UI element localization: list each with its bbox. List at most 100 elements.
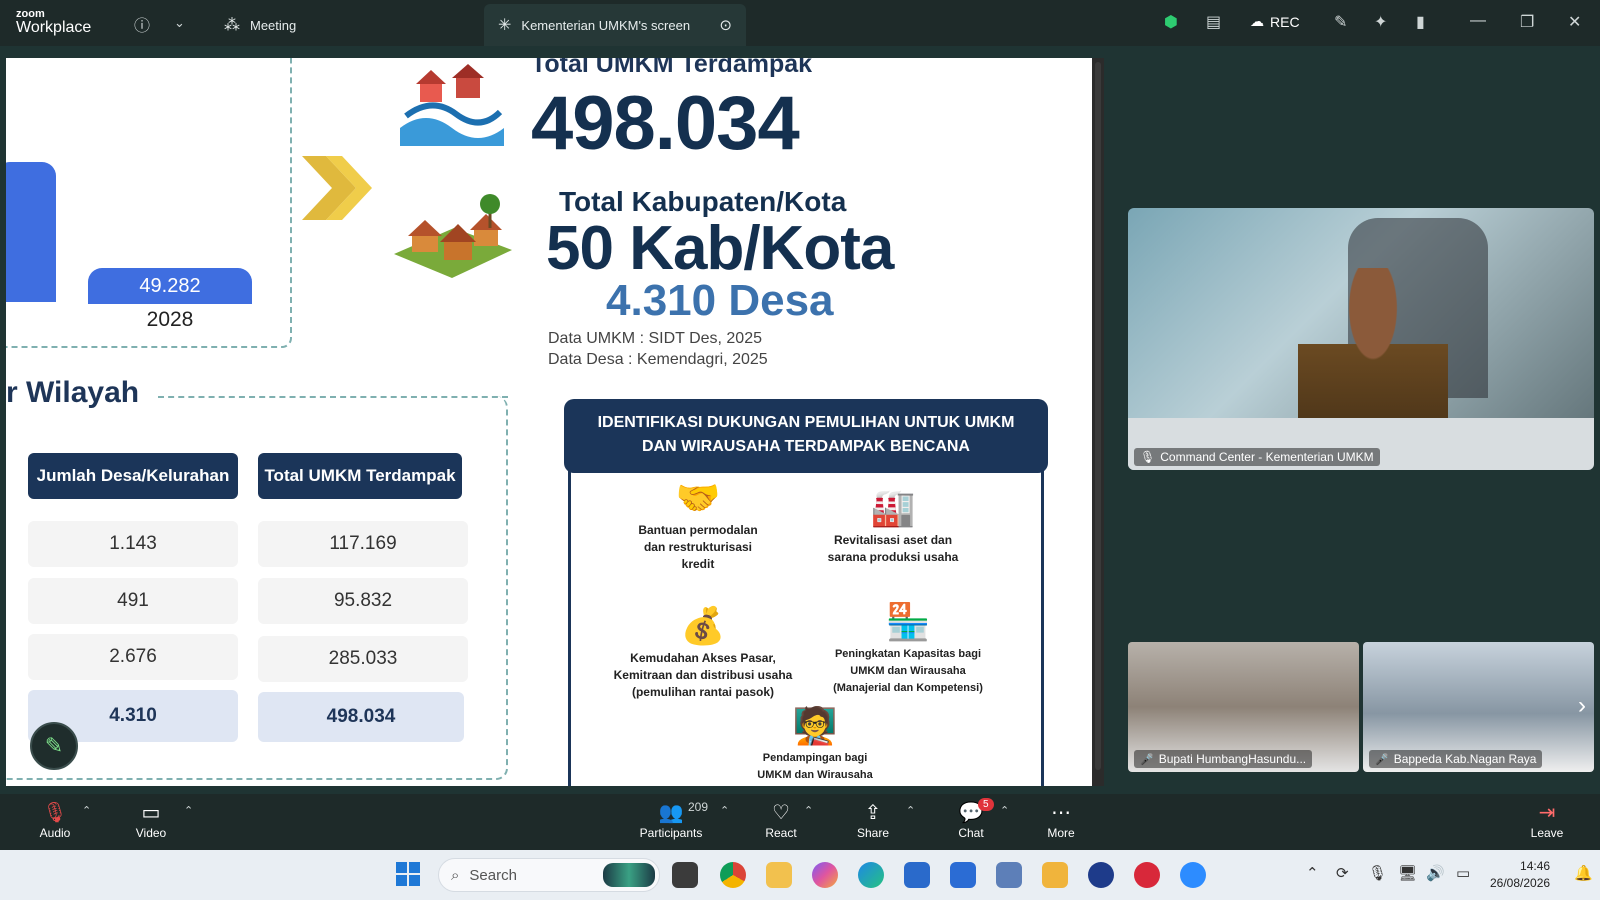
chrome-icon[interactable] [720,862,746,888]
leave-label: Leave [1530,826,1564,840]
table-cell-desa: 1.143 [28,521,238,567]
participant-name: Command Center - Kementerian UMKM [1160,450,1374,464]
video-label: Video [135,826,167,840]
file-explorer-icon[interactable] [766,862,792,888]
more-label: More [1047,826,1075,840]
video-tile[interactable]: 🎤 Bappeda Kab.Nagan Raya › [1363,642,1594,772]
video-tile[interactable]: 🎤 Bupati HumbangHasundu... [1128,642,1359,772]
audio-options-chevron-icon[interactable]: ⌃ [82,804,91,817]
total-kab-value: 50 Kab/Kota [546,214,894,283]
minimize-icon[interactable]: — [1470,12,1486,30]
video-tile-main[interactable]: 🎙 Command Center - Kementerian UMKM [1128,208,1594,470]
app-icon[interactable] [950,862,976,888]
chevron-up-icon[interactable]: ⌃ [1306,864,1319,882]
recording-indicator[interactable]: ☁ REC [1250,13,1300,30]
zoom-logo: zoom Workplace [16,9,91,36]
restore-icon[interactable]: ❐ [1520,12,1534,32]
store-icon[interactable] [904,862,930,888]
notes-icon[interactable]: ▤ [1206,12,1221,32]
video-button[interactable]: ▭ Video [116,800,186,840]
leave-icon: ⇥ [1538,802,1556,824]
mic-muted-icon: 🎤 [1140,753,1154,766]
chat-options-chevron-icon[interactable]: ⌃ [1000,804,1009,817]
shield-icon[interactable]: ⬢ [1164,12,1178,32]
tab-shared-screen[interactable]: ✳ Kementerian UMKM's screen ⊙ [484,4,746,46]
mic-muted-icon: 🎙 [42,802,68,824]
chevron-down-icon[interactable]: ⌄ [174,15,185,31]
cloud-rec-icon: ☁ [1250,13,1264,29]
clock-time: 14:46 [1520,859,1551,873]
leave-button[interactable]: ⇥ Leave [1512,800,1582,840]
share-options-chevron-icon[interactable]: ⌃ [906,804,915,817]
mic-muted-icon: 🎤 [1375,753,1389,766]
app-icon[interactable] [1088,862,1114,888]
pencil-icon: ✎ [44,733,64,758]
scrollbar-thumb[interactable] [1095,62,1101,770]
table-cell-umkm: 117.169 [258,521,468,567]
participants-options-chevron-icon[interactable]: ⌃ [720,804,729,817]
app-icon[interactable] [996,862,1022,888]
table-cell-umkm: 285.033 [258,636,468,682]
video-gallery-row: 🎤 Bupati HumbangHasundu... 🎤 Bappeda Kab… [1128,642,1594,772]
copilot-icon[interactable] [812,862,838,888]
slide-scrollbar[interactable] [1092,58,1104,786]
info-icon[interactable]: ⓘ [134,12,150,36]
support-item-capacity: 🏪 Peningkatan Kapasitas bagi UMKM dan Wi… [822,602,994,697]
audio-button[interactable]: 🎙 Audio [20,800,90,840]
volume-icon[interactable]: 🔊 [1426,864,1445,882]
task-view-icon[interactable] [672,862,698,888]
search-highlight-icon [603,863,655,887]
windows-taskbar: ⌕ Search ⌃ ⟳ 🎙 🖥 🔊 ▭ 14:46 26/08/2026 🔔 [0,850,1600,900]
snipping-tool-icon[interactable] [1042,862,1068,888]
close-icon[interactable]: ✕ [1568,12,1581,32]
chevron-arrow-icon [302,156,372,220]
table-cell-desa: 491 [28,578,238,624]
layout-icon[interactable]: ▮ [1416,12,1425,32]
tab-meeting[interactable]: ⁂ Meeting [224,4,296,46]
participant-name: Bupati HumbangHasundu... [1158,752,1307,766]
notification-bell-icon[interactable]: 🔔 [1574,864,1593,882]
video-options-chevron-icon[interactable]: ⌃ [184,804,193,817]
ai-companion-icon[interactable]: ✦ [1374,12,1387,32]
participant-name: Bappeda Kab.Nagan Raya [1393,752,1537,766]
zoom-app-icon[interactable] [1180,862,1206,888]
chart-bar-partial [6,162,56,302]
sync-icon[interactable]: ⟳ [1336,864,1349,882]
share-label: Share [856,826,890,840]
handshake-icon: 🤝 [675,477,721,518]
more-options-icon[interactable]: ⊙ [719,16,732,34]
village-illustration-icon [394,194,512,278]
taskbar-search[interactable]: ⌕ Search [438,858,660,892]
chat-icon: 💬 [958,802,984,824]
network-icon[interactable]: 🖥 [1398,864,1417,882]
share-icon: ⇪ [864,802,882,824]
app-icon[interactable] [1134,862,1160,888]
support-item-capital: 🤝 Bantuan permodalan dan restrukturisasi… [630,478,766,573]
tab-shared-screen-label: Kementerian UMKM's screen [521,17,691,33]
microphone-icon[interactable]: 🎙 [1368,864,1387,882]
support-item-revitalization: 🏭 Revitalisasi aset dan sarana produksi … [818,488,968,566]
react-options-chevron-icon[interactable]: ⌃ [804,804,813,817]
taskbar-clock[interactable]: 14:46 26/08/2026 [1490,858,1550,892]
source-desa: Data Desa : Kemendagri, 2025 [548,351,768,368]
battery-icon[interactable]: ▭ [1456,864,1470,882]
total-umkm-value: 498.034 [531,81,800,166]
chat-button[interactable]: 💬 5 Chat [936,798,1006,840]
chevron-right-icon[interactable]: › [1578,692,1586,720]
chart-bar: 49.282 [88,268,252,304]
video-tile-label: 🎤 Bupati HumbangHasundu... [1134,750,1313,768]
factory-icon: 🏭 [870,487,916,528]
support-item-market: 💰 Kemudahan Akses Pasar, Kemitraan dan d… [604,606,802,701]
annotate-icon[interactable]: ✎ [1334,12,1347,32]
participant-count: 209 [688,800,709,814]
share-button[interactable]: ⇪ Share [838,800,908,840]
annotation-pencil-button[interactable]: ✎ [30,722,78,770]
money-growth-icon: 💰 [680,605,726,646]
chat-unread-badge: 5 [978,798,994,811]
speaker-active-icon: 🎙 [1140,450,1156,464]
more-button[interactable]: ⋯ More [1026,800,1096,840]
windows-start-icon[interactable] [396,862,420,886]
meeting-icon: ⁂ [224,17,240,34]
edge-icon[interactable] [858,862,884,888]
share-screen-icon: ✳ [498,17,512,34]
